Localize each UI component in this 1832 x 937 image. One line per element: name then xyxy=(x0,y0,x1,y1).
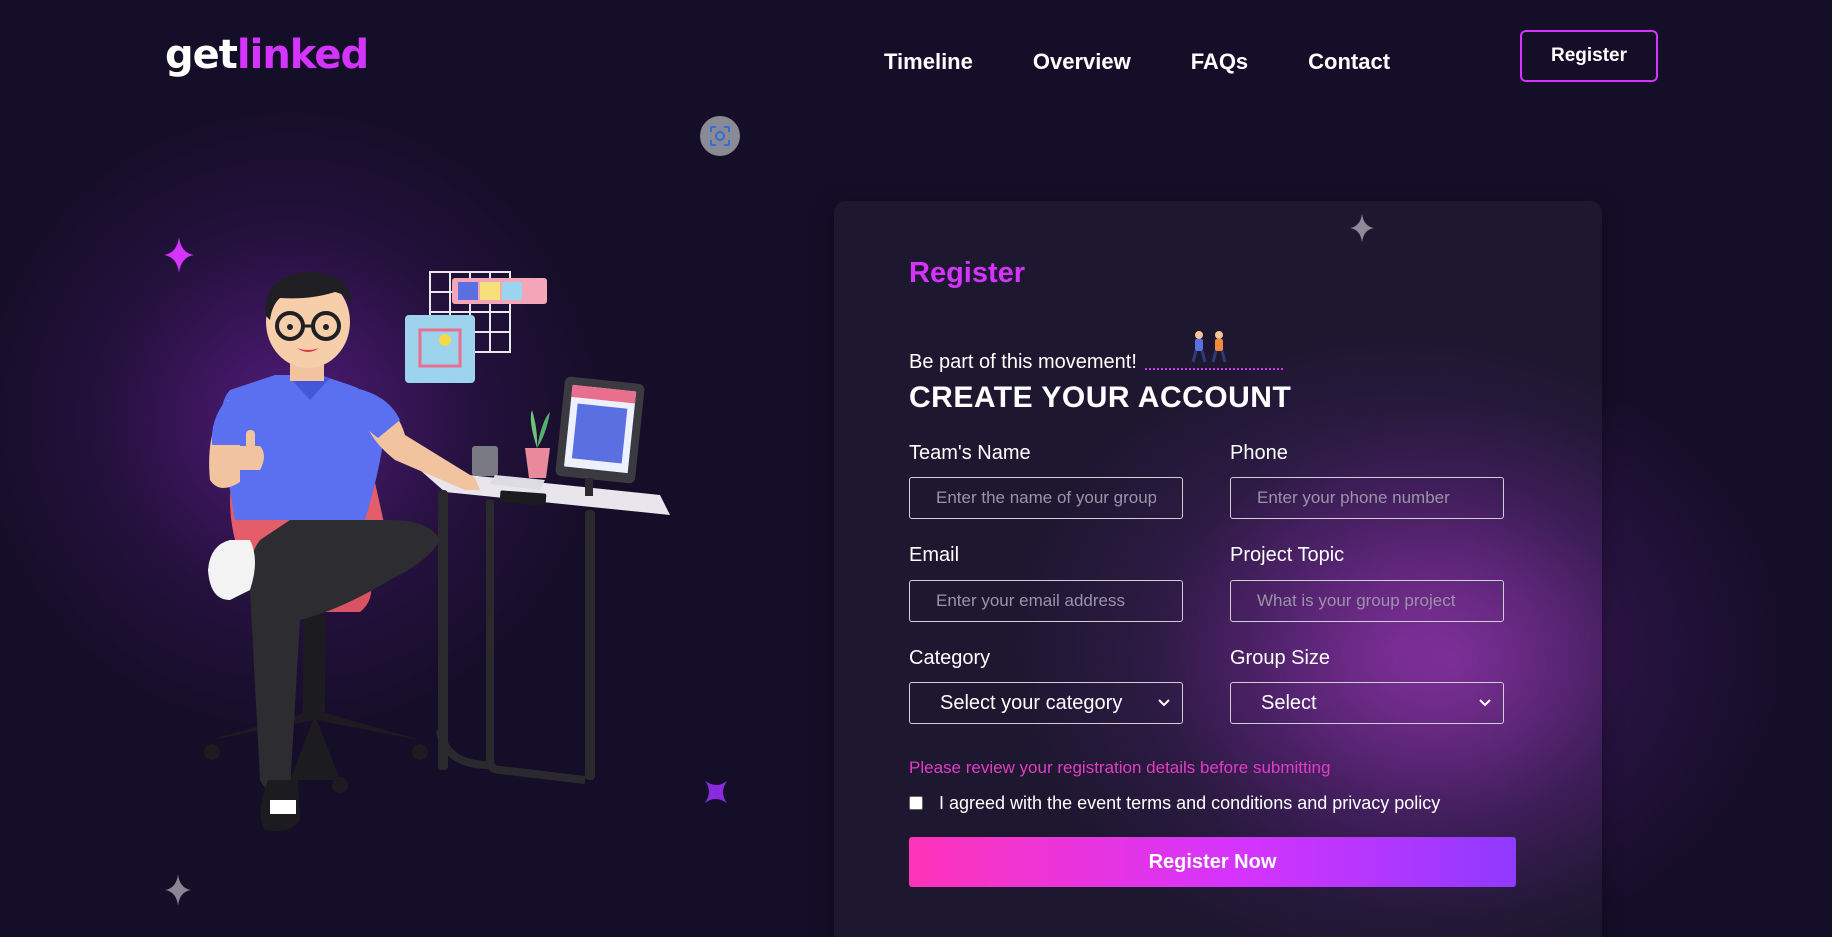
category-label: Category xyxy=(909,647,991,669)
header: getlinked Timeline Overview FAQs Contact… xyxy=(0,0,1832,108)
sparkle-icon xyxy=(165,874,191,906)
category-select[interactable]: Select your category xyxy=(909,682,1183,724)
tagline-text: Be part of this movement! xyxy=(909,351,1137,373)
form-title: Register xyxy=(909,257,1026,289)
team-name-input[interactable] xyxy=(909,477,1183,519)
nav-contact[interactable]: Contact xyxy=(1308,46,1390,78)
nav-faqs[interactable]: FAQs xyxy=(1191,46,1248,78)
group-size-label: Group Size xyxy=(1230,647,1331,669)
desk xyxy=(420,470,670,784)
registration-card xyxy=(834,201,1602,937)
category-selected: Select your category xyxy=(940,691,1123,714)
project-topic-label: Project Topic xyxy=(1230,544,1345,566)
logo[interactable]: getlinked xyxy=(165,30,369,80)
mug xyxy=(472,446,498,476)
hero-illustration xyxy=(204,271,670,832)
group-size-select[interactable]: Select xyxy=(1230,682,1504,724)
tagline-underline xyxy=(1144,328,1283,370)
team-name-label: Team's Name xyxy=(909,442,1031,464)
nav-timeline[interactable]: Timeline xyxy=(884,46,973,78)
walking-people-icon xyxy=(1191,331,1227,363)
phone-input[interactable] xyxy=(1230,477,1504,519)
plant xyxy=(525,410,550,478)
main-nav: Timeline Overview FAQs Contact xyxy=(884,46,1390,78)
logo-linked: linked xyxy=(236,32,369,78)
phone-label: Phone xyxy=(1230,442,1288,464)
project-topic-input[interactable] xyxy=(1230,580,1504,622)
terms-row: I agreed with the event terms and condit… xyxy=(909,790,1440,816)
chevron-down-icon xyxy=(1158,699,1170,707)
header-register-button[interactable]: Register xyxy=(1520,30,1658,82)
chevron-down-icon xyxy=(1479,699,1491,707)
create-account-title: CREATE YOUR ACCOUNT xyxy=(909,381,1292,414)
email-label: Email xyxy=(909,544,960,566)
email-input[interactable] xyxy=(909,580,1183,622)
terms-label: I agreed with the event terms and condit… xyxy=(939,793,1441,813)
tagline: Be part of this movement! xyxy=(909,331,1283,376)
design-grid-icon xyxy=(405,271,547,383)
monitor xyxy=(555,376,645,496)
sparkle-icon xyxy=(704,780,728,804)
review-warning: Please review your registration details … xyxy=(909,758,1331,777)
logo-get: get xyxy=(165,32,238,78)
nav-overview[interactable]: Overview xyxy=(1033,46,1131,78)
register-now-button[interactable]: Register Now xyxy=(909,837,1516,887)
page: getlinked Timeline Overview FAQs Contact… xyxy=(0,0,1832,937)
group-size-selected: Select xyxy=(1261,691,1317,714)
screen-capture-icon[interactable] xyxy=(700,116,740,156)
terms-checkbox[interactable] xyxy=(909,796,923,810)
